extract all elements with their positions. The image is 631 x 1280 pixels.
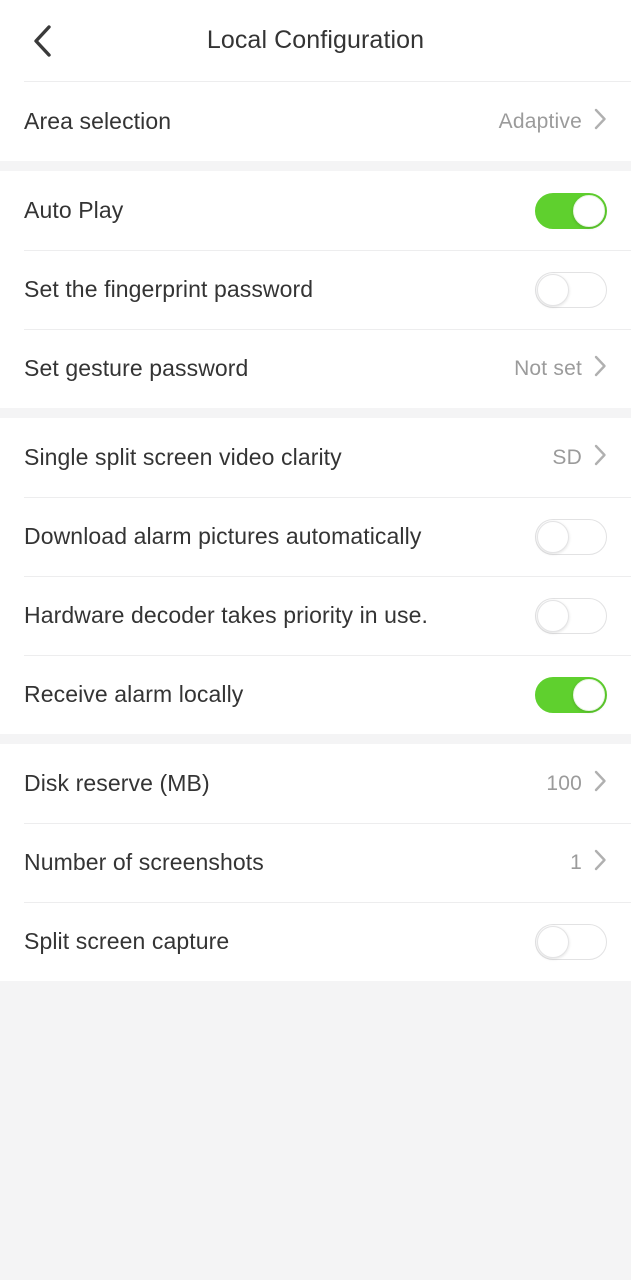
row-label: Disk reserve (MB) [24, 770, 210, 796]
settings-row[interactable]: Receive alarm locally [0, 655, 631, 734]
row-control [535, 271, 607, 308]
settings-row[interactable]: Number of screenshots 1 [0, 823, 631, 902]
row-value: 100 [546, 771, 582, 795]
settings-list: Area selection Adaptive Auto Play Set the f… [0, 82, 631, 1280]
toggle-knob [537, 520, 569, 553]
settings-row[interactable]: Hardware decoder takes priority in use. [0, 576, 631, 655]
row-label: Auto Play [24, 197, 124, 223]
row-label: Hardware decoder takes priority in use. [24, 602, 429, 628]
settings-row[interactable]: Area selection Adaptive [0, 82, 631, 161]
row-value: SD [552, 445, 582, 469]
row-label: Area selection [24, 108, 172, 134]
toggle-knob [537, 925, 569, 958]
local-configuration-screen: Local Configuration Area selection Adapti… [0, 0, 631, 1280]
settings-group: Area selection Adaptive [0, 82, 631, 161]
toggle-knob [573, 194, 605, 227]
row-label: Set the fingerprint password [24, 276, 314, 302]
toggle-knob [537, 599, 569, 632]
page-title: Local Configuration [206, 26, 425, 54]
row-control: Not set [514, 355, 607, 382]
row-value: Not set [514, 356, 582, 380]
row-control: Adaptive [499, 108, 607, 135]
toggle-switch[interactable] [535, 518, 607, 555]
group-separator [0, 734, 631, 744]
chevron-right-icon [594, 108, 607, 135]
toggle-switch[interactable] [535, 676, 607, 713]
row-control: 1 [570, 849, 607, 876]
group-separator [0, 161, 631, 171]
toggle-switch[interactable] [535, 923, 607, 960]
toggle-switch[interactable] [535, 597, 607, 634]
row-control [535, 676, 607, 713]
row-control [535, 518, 607, 555]
settings-row[interactable]: Set the fingerprint password [0, 250, 631, 329]
row-control [535, 597, 607, 634]
toggle-knob [537, 273, 569, 306]
row-label: Single split screen video clarity [24, 444, 342, 470]
row-value: Adaptive [498, 109, 582, 133]
row-control [535, 192, 607, 229]
row-label: Number of screenshots [24, 849, 264, 875]
chevron-right-icon [594, 355, 607, 382]
toggle-switch[interactable] [535, 192, 607, 229]
settings-group: Auto Play Set the fingerprint password Set… [0, 171, 631, 408]
chevron-right-icon [594, 444, 607, 471]
settings-row[interactable]: Download alarm pictures automatically [0, 497, 631, 576]
settings-group: Disk reserve (MB) 100 Number of screenshot… [0, 744, 631, 981]
row-control: SD [552, 444, 607, 471]
app-header: Local Configuration [0, 0, 631, 82]
settings-row[interactable]: Auto Play [0, 171, 631, 250]
row-label: Receive alarm locally [24, 681, 244, 707]
row-label: Download alarm pictures automatically [24, 523, 422, 549]
settings-row[interactable]: Disk reserve (MB) 100 [0, 744, 631, 823]
row-control: 100 [546, 770, 607, 797]
group-separator [0, 408, 631, 418]
row-label: Set gesture password [24, 355, 249, 381]
chevron-right-icon [594, 849, 607, 876]
settings-row[interactable]: Split screen capture [0, 902, 631, 981]
chevron-right-icon [594, 770, 607, 797]
settings-row[interactable]: Single split screen video clarity SD [0, 418, 631, 497]
settings-row[interactable]: Set gesture password Not set [0, 329, 631, 408]
toggle-knob [573, 678, 605, 711]
row-label: Split screen capture [24, 928, 230, 954]
toggle-switch[interactable] [535, 271, 607, 308]
row-value: 1 [570, 850, 582, 874]
settings-group: Single split screen video clarity SD Downl… [0, 418, 631, 734]
row-control [535, 923, 607, 960]
